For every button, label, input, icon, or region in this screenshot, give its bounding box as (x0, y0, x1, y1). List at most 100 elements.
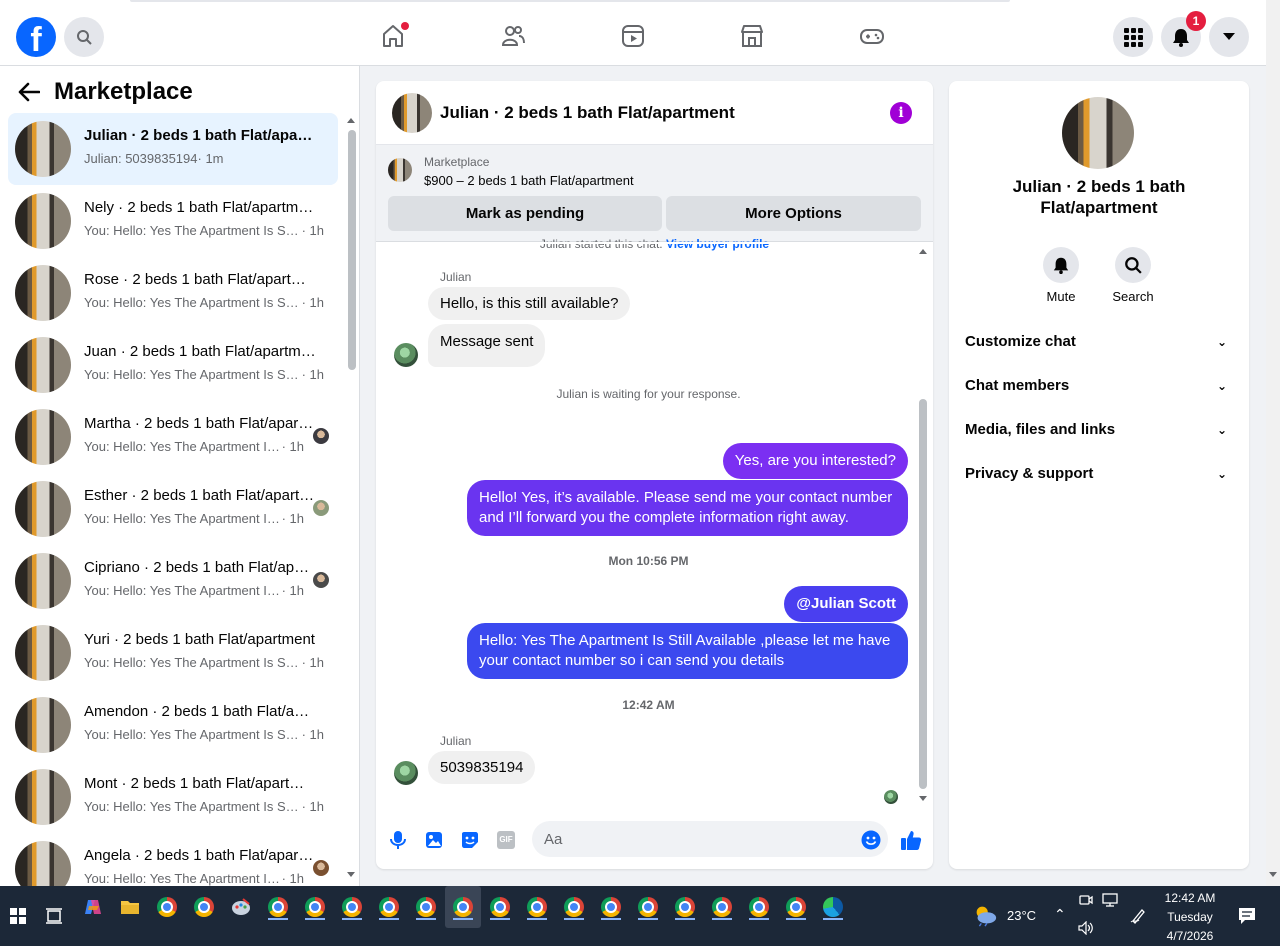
scroll-down-icon[interactable] (1268, 871, 1278, 879)
listing-image-large[interactable] (1062, 97, 1134, 169)
conversation-item[interactable]: Juan · 2 beds 1 bath Flat/apartment You: … (8, 329, 338, 401)
weather-widget[interactable] (972, 902, 998, 928)
meet-now-button[interactable] (1076, 890, 1096, 910)
chevron-up-icon[interactable]: ⌃ (1054, 906, 1066, 923)
chrome-taskbar-button[interactable] (709, 894, 735, 920)
scroll-up-icon[interactable] (346, 116, 356, 124)
message-bubble-outgoing[interactable]: Hello: Yes The Apartment Is Still Availa… (467, 623, 908, 679)
chrome-taskbar-button[interactable] (302, 894, 328, 920)
chat-members-section[interactable]: Chat members ⌄ (965, 366, 1233, 406)
message-bubble-incoming[interactable]: Message sent (428, 324, 546, 367)
chrome-taskbar-button[interactable] (339, 894, 365, 920)
temperature[interactable]: 23°C (1007, 908, 1036, 923)
conversation-preview: You: Hello: Yes The Apartment Is Still A… (84, 295, 324, 310)
scroll-up-icon[interactable] (918, 247, 928, 255)
chrome-taskbar-button[interactable] (191, 894, 217, 920)
listing-small-thumbnail[interactable] (388, 158, 412, 182)
info-icon[interactable]: i (890, 102, 912, 124)
start-button[interactable] (5, 903, 31, 929)
message-input[interactable] (532, 821, 888, 857)
conversation-item[interactable]: Angela · 2 beds 1 bath Flat/apartment You… (8, 833, 338, 886)
sidebar-scroll-thumb[interactable] (348, 130, 356, 370)
gif-button[interactable]: GIF (495, 829, 517, 851)
conversation-item[interactable]: Martha · 2 beds 1 bath Flat/apartment You… (8, 401, 338, 473)
running-indicator (342, 918, 362, 920)
marketplace-nav[interactable] (738, 22, 766, 50)
chrome-taskbar-button[interactable] (746, 894, 772, 920)
conversation-item[interactable]: Yuri · 2 beds 1 bath Flat/apartment You: … (8, 617, 338, 689)
media-files-links-section[interactable]: Media, files and links ⌄ (965, 410, 1233, 450)
copilot-button[interactable] (80, 894, 106, 920)
emoji-button[interactable] (860, 829, 882, 851)
conversation-item[interactable]: Esther · 2 beds 1 bath Flat/apartment You… (8, 473, 338, 545)
volume-button[interactable] (1076, 918, 1096, 938)
chrome-taskbar-button[interactable] (376, 894, 402, 920)
network-button[interactable] (1100, 890, 1120, 910)
file-explorer-button[interactable] (117, 894, 143, 920)
sidebar-scrollbar[interactable] (346, 116, 356, 886)
chrome-taskbar-button[interactable] (450, 894, 476, 920)
conversation-name: Cipriano · 2 beds 1 bath Flat/apartment (84, 559, 316, 576)
sender-avatar[interactable] (394, 761, 418, 785)
paint-app-button[interactable] (228, 894, 254, 920)
pen-workspace-button[interactable] (1126, 902, 1152, 928)
conversation-item[interactable]: Mont · 2 beds 1 bath Flat/apartment You: … (8, 761, 338, 833)
message-bubble-incoming[interactable]: 5039835194 (428, 751, 536, 784)
back-arrow-icon[interactable] (18, 82, 40, 102)
scroll-down-icon[interactable] (346, 871, 356, 879)
chrome-taskbar-button[interactable] (524, 894, 550, 920)
account-button[interactable] (1209, 17, 1249, 57)
conversation-item[interactable]: Rose · 2 beds 1 bath Flat/apartment You: … (8, 257, 338, 329)
chat-title[interactable]: Julian · 2 beds 1 bath Flat/apartment (440, 103, 735, 123)
privacy-support-section[interactable]: Privacy & support ⌄ (965, 454, 1233, 494)
chrome-taskbar-button[interactable] (265, 894, 291, 920)
system-clock[interactable]: 12:42 AM Tuesday 4/7/2026 (1150, 889, 1230, 946)
listing-thumbnail[interactable] (392, 93, 432, 133)
video-nav[interactable] (619, 22, 647, 50)
chrome-taskbar-button[interactable] (672, 894, 698, 920)
edge-button[interactable] (820, 894, 846, 920)
chat-scrollbar[interactable] (917, 247, 929, 802)
search-button[interactable] (64, 17, 104, 57)
view-buyer-profile-link[interactable]: View buyer profile (666, 237, 769, 251)
mark-as-pending-button[interactable]: Mark as pending (388, 196, 662, 231)
chrome-taskbar-button[interactable] (598, 894, 624, 920)
customize-chat-section[interactable]: Customize chat ⌄ (965, 322, 1233, 362)
chrome-taskbar-button[interactable] (154, 894, 180, 920)
conversation-item[interactable]: Cipriano · 2 beds 1 bath Flat/apartment Y… (8, 545, 338, 617)
gaming-nav[interactable] (858, 22, 886, 50)
sender-avatar[interactable] (394, 343, 418, 367)
message-bubble-outgoing[interactable]: Yes, are you interested? (722, 443, 908, 479)
search-action[interactable]: Search (1103, 247, 1163, 304)
message-bubble-outgoing[interactable]: @Julian Scott (784, 586, 908, 622)
friends-nav[interactable] (499, 22, 527, 50)
conversation-item[interactable]: Julian · 2 beds 1 bath Flat/apartment Jul… (8, 113, 338, 185)
chrome-taskbar-button[interactable] (413, 894, 439, 920)
search-icon (1125, 257, 1142, 274)
chrome-taskbar-button[interactable] (487, 894, 513, 920)
chat-scroll-thumb[interactable] (919, 399, 927, 789)
chrome-icon (786, 897, 806, 917)
conversation-item[interactable]: Amendon · 2 beds 1 bath Flat/apartment Yo… (8, 689, 338, 761)
chrome-taskbar-button[interactable] (635, 894, 661, 920)
voice-clip-button[interactable] (387, 829, 409, 851)
mute-action[interactable]: Mute (1031, 247, 1091, 304)
scroll-down-icon[interactable] (918, 795, 928, 803)
task-view-button[interactable] (41, 903, 67, 929)
message-bubble-outgoing[interactable]: Hello! Yes, it’s available. Please send … (467, 480, 908, 536)
conversation-item[interactable]: Nely · 2 beds 1 bath Flat/apartment You: … (8, 185, 338, 257)
home-nav[interactable] (379, 22, 409, 50)
listing-price[interactable]: $900 – 2 beds 1 bath Flat/apartment (424, 173, 634, 188)
attach-photo-button[interactable] (423, 829, 445, 851)
sticker-button[interactable] (459, 829, 481, 851)
chrome-taskbar-button[interactable] (561, 894, 587, 920)
preview-text: You: Hello: Yes The Apartment Is Still A… (84, 871, 282, 886)
page-scrollbar[interactable] (1266, 0, 1280, 886)
menu-button[interactable] (1113, 17, 1153, 57)
notification-center-button[interactable] (1234, 903, 1260, 929)
chrome-taskbar-button[interactable] (783, 894, 809, 920)
more-options-button[interactable]: More Options (666, 196, 921, 231)
facebook-logo[interactable]: f (16, 17, 56, 57)
message-bubble-incoming[interactable]: Hello, is this still available? (428, 287, 631, 320)
like-button[interactable] (900, 829, 922, 851)
